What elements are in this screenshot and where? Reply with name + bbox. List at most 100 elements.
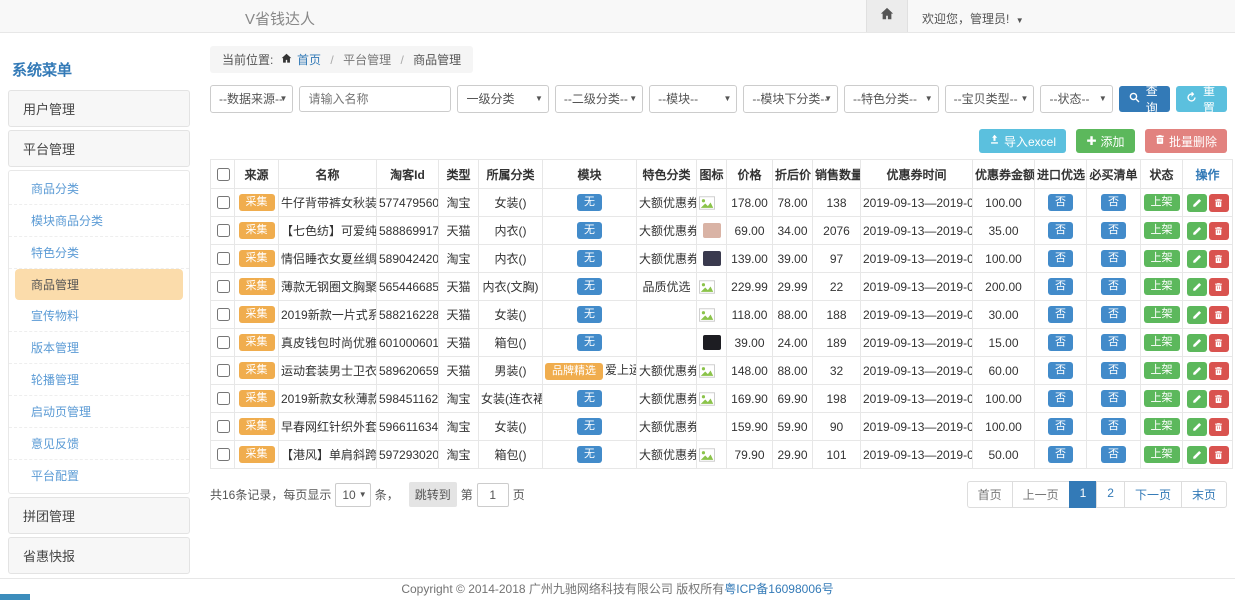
sidebar-section-2[interactable]: 平台管理 xyxy=(8,130,190,167)
status-badge[interactable]: 上架 xyxy=(1144,194,1180,211)
status-badge[interactable]: 上架 xyxy=(1144,306,1180,323)
edit-button[interactable] xyxy=(1187,222,1207,240)
sidebar-section-1[interactable]: 用户管理 xyxy=(8,90,190,127)
status-select[interactable]: --状态--▼ xyxy=(1040,85,1112,113)
delete-button[interactable] xyxy=(1209,278,1229,296)
delete-button[interactable] xyxy=(1209,334,1229,352)
row-checkbox[interactable] xyxy=(217,392,230,405)
edit-button[interactable] xyxy=(1187,418,1207,436)
import-excel-button[interactable]: 导入excel xyxy=(979,129,1066,153)
page-size-select[interactable]: 10▼ xyxy=(335,483,370,507)
add-button[interactable]: ✚ 添加 xyxy=(1076,129,1134,153)
imported-toggle[interactable]: 否 xyxy=(1048,278,1073,295)
must-buy-toggle[interactable]: 否 xyxy=(1101,418,1126,435)
must-buy-toggle[interactable]: 否 xyxy=(1101,194,1126,211)
page-button-上一页[interactable]: 上一页 xyxy=(1012,481,1070,508)
reset-button[interactable]: 重置 xyxy=(1176,86,1227,112)
page-button-1[interactable]: 1 xyxy=(1069,481,1098,508)
row-checkbox[interactable] xyxy=(217,196,230,209)
icp-link[interactable]: 粤ICP备16098006号 xyxy=(724,582,833,596)
edit-button[interactable] xyxy=(1187,306,1207,324)
must-buy-toggle[interactable]: 否 xyxy=(1101,362,1126,379)
imported-toggle[interactable]: 否 xyxy=(1048,194,1073,211)
level2-category-select[interactable]: --二级分类--▼ xyxy=(555,85,643,113)
row-checkbox[interactable] xyxy=(217,420,230,433)
delete-button[interactable] xyxy=(1209,362,1229,380)
level1-category-select[interactable]: 一级分类▼ xyxy=(457,85,548,113)
must-buy-toggle[interactable]: 否 xyxy=(1101,446,1126,463)
data-source-select[interactable]: --数据来源--▼ xyxy=(210,85,293,113)
delete-button[interactable] xyxy=(1209,306,1229,324)
select-all-checkbox[interactable] xyxy=(217,168,230,181)
imported-toggle[interactable]: 否 xyxy=(1048,334,1073,351)
module-subcategory-select[interactable]: --模块下分类--▼ xyxy=(743,85,838,113)
edit-button[interactable] xyxy=(1187,278,1207,296)
module-select[interactable]: --模块--▼ xyxy=(649,85,737,113)
page-button-首页[interactable]: 首页 xyxy=(967,481,1013,508)
sidebar-item-特色分类[interactable]: 特色分类 xyxy=(9,237,189,269)
status-badge[interactable]: 上架 xyxy=(1144,418,1180,435)
row-checkbox[interactable] xyxy=(217,336,230,349)
home-button[interactable] xyxy=(866,0,908,32)
edit-button[interactable] xyxy=(1187,446,1207,464)
imported-toggle[interactable]: 否 xyxy=(1048,390,1073,407)
imported-toggle[interactable]: 否 xyxy=(1048,222,1073,239)
status-badge[interactable]: 上架 xyxy=(1144,334,1180,351)
delete-button[interactable] xyxy=(1209,418,1229,436)
imported-toggle[interactable]: 否 xyxy=(1048,250,1073,267)
breadcrumb-home-link[interactable]: 首页 xyxy=(297,53,321,67)
sidebar-item-平台配置[interactable]: 平台配置 xyxy=(9,460,189,491)
status-badge[interactable]: 上架 xyxy=(1144,390,1180,407)
must-buy-toggle[interactable]: 否 xyxy=(1101,334,1126,351)
row-checkbox[interactable] xyxy=(217,252,230,265)
status-badge[interactable]: 上架 xyxy=(1144,222,1180,239)
status-badge[interactable]: 上架 xyxy=(1144,446,1180,463)
row-checkbox[interactable] xyxy=(217,364,230,377)
sidebar-item-轮播管理[interactable]: 轮播管理 xyxy=(9,364,189,396)
must-buy-toggle[interactable]: 否 xyxy=(1101,390,1126,407)
imported-toggle[interactable]: 否 xyxy=(1048,362,1073,379)
must-buy-toggle[interactable]: 否 xyxy=(1101,306,1126,323)
sidebar-section-3[interactable]: 拼团管理 xyxy=(8,497,190,534)
delete-button[interactable] xyxy=(1209,222,1229,240)
must-buy-toggle[interactable]: 否 xyxy=(1101,250,1126,267)
sidebar-section-4[interactable]: 省惠快报 xyxy=(8,537,190,574)
jump-button[interactable]: 跳转到 xyxy=(409,482,457,507)
imported-toggle[interactable]: 否 xyxy=(1048,306,1073,323)
must-buy-toggle[interactable]: 否 xyxy=(1101,222,1126,239)
jump-page-input[interactable] xyxy=(477,483,509,507)
sidebar-item-模块商品分类[interactable]: 模块商品分类 xyxy=(9,205,189,237)
status-badge[interactable]: 上架 xyxy=(1144,362,1180,379)
page-button-下一页[interactable]: 下一页 xyxy=(1124,481,1182,508)
edit-button[interactable] xyxy=(1187,250,1207,268)
imported-toggle[interactable]: 否 xyxy=(1048,418,1073,435)
status-badge[interactable]: 上架 xyxy=(1144,250,1180,267)
sidebar-item-启动页管理[interactable]: 启动页管理 xyxy=(9,396,189,428)
row-checkbox[interactable] xyxy=(217,280,230,293)
item-type-select[interactable]: --宝贝类型--▼ xyxy=(945,85,1035,113)
search-button[interactable]: 查询 xyxy=(1119,86,1170,112)
must-buy-toggle[interactable]: 否 xyxy=(1101,278,1126,295)
delete-button[interactable] xyxy=(1209,446,1229,464)
feature-category-select[interactable]: --特色分类--▼ xyxy=(844,85,939,113)
edit-button[interactable] xyxy=(1187,362,1207,380)
sidebar-item-宣传物料[interactable]: 宣传物料 xyxy=(9,300,189,332)
row-checkbox[interactable] xyxy=(217,224,230,237)
page-button-2[interactable]: 2 xyxy=(1096,481,1125,508)
status-badge[interactable]: 上架 xyxy=(1144,278,1180,295)
imported-toggle[interactable]: 否 xyxy=(1048,446,1073,463)
sidebar-item-商品管理[interactable]: 商品管理 xyxy=(15,269,183,300)
delete-button[interactable] xyxy=(1209,390,1229,408)
edit-button[interactable] xyxy=(1187,390,1207,408)
delete-button[interactable] xyxy=(1209,194,1229,212)
page-button-末页[interactable]: 末页 xyxy=(1181,481,1227,508)
delete-button[interactable] xyxy=(1209,250,1229,268)
name-search-input[interactable] xyxy=(299,86,451,112)
row-checkbox[interactable] xyxy=(217,308,230,321)
user-menu[interactable]: 欢迎您，管理员! ▼ xyxy=(922,10,1024,27)
sidebar-item-版本管理[interactable]: 版本管理 xyxy=(9,332,189,364)
batch-delete-button[interactable]: 批量删除 xyxy=(1145,129,1227,153)
row-checkbox[interactable] xyxy=(217,448,230,461)
sidebar-item-商品分类[interactable]: 商品分类 xyxy=(9,173,189,205)
edit-button[interactable] xyxy=(1187,194,1207,212)
